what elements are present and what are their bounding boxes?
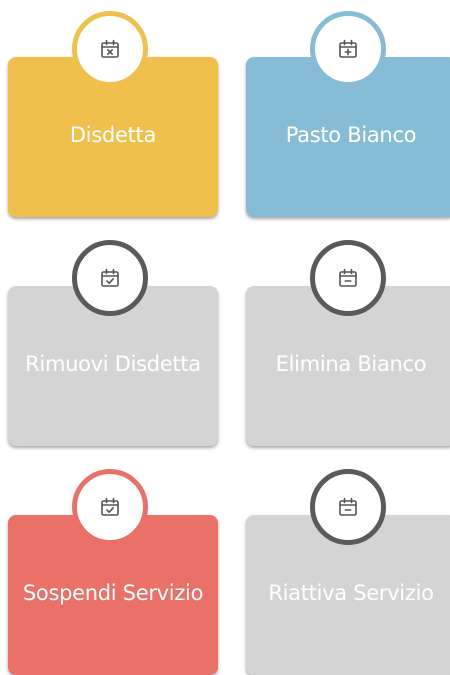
sospendi-servizio-label: Sospendi Servizio: [22, 581, 204, 605]
pasto-bianco-label: Pasto Bianco: [285, 123, 417, 147]
pasto-bianco-button[interactable]: Pasto Bianco: [246, 11, 450, 217]
calendar-minus-icon-circle: [310, 469, 386, 545]
riattiva-servizio-label: Riattiva Servizio: [268, 581, 434, 605]
calendar-plus-icon: [339, 39, 357, 58]
rimuovi-disdetta-label: Rimuovi Disdetta: [25, 352, 201, 376]
elimina-bianco-button[interactable]: Elimina Bianco: [246, 240, 450, 446]
calendar-minus-icon: [339, 268, 357, 287]
calendar-check-icon: [101, 497, 119, 516]
elimina-bianco-label: Elimina Bianco: [275, 352, 427, 376]
calendar-plus-icon-circle: [310, 11, 386, 87]
calendar-minus-icon: [339, 497, 357, 516]
riattiva-servizio-button[interactable]: Riattiva Servizio: [246, 469, 450, 675]
calendar-check-icon: [101, 268, 119, 287]
disdetta-label: Disdetta: [69, 123, 157, 147]
disdetta-button[interactable]: Disdetta: [8, 11, 218, 217]
calendar-x-icon: [101, 39, 119, 58]
calendar-minus-icon-circle: [310, 240, 386, 316]
calendar-check-icon-circle: [72, 240, 148, 316]
sospendi-servizio-button[interactable]: Sospendi Servizio: [8, 469, 218, 675]
rimuovi-disdetta-button[interactable]: Rimuovi Disdetta: [8, 240, 218, 446]
calendar-check-icon-circle: [72, 469, 148, 545]
calendar-x-icon-circle: [72, 11, 148, 87]
